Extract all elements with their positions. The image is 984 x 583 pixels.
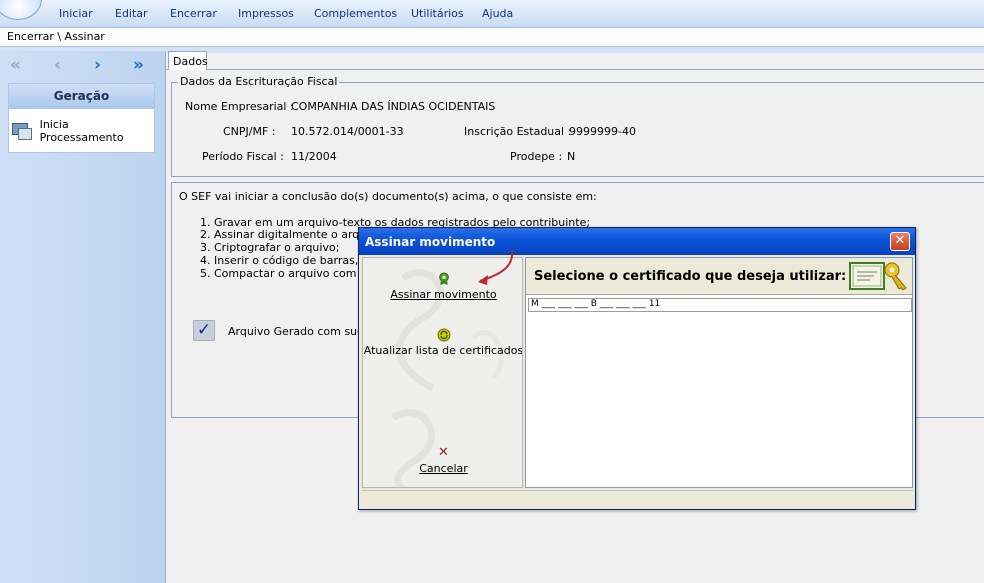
app-orb-icon[interactable]: [0, 0, 42, 20]
refresh-certificates-button[interactable]: Atualizar lista de certificados: [363, 328, 523, 357]
dialog-title: Assinar movimento: [359, 228, 915, 255]
step-3: 3. Criptografar o arquivo;: [200, 241, 340, 254]
shield-icon: [438, 272, 449, 286]
prodepe-label: Prodepe :: [510, 150, 563, 163]
cnpj-value: 10.572.014/0001-33: [291, 125, 404, 138]
fieldset-legend: Dados da Escrituração Fiscal: [178, 75, 340, 88]
cancel-button[interactable]: ✕ Cancelar: [363, 445, 522, 476]
cancel-x-icon: ✕: [438, 445, 449, 460]
sidebar-group-title: Geração: [9, 84, 154, 109]
nome-empresarial-value: COMPANHIA DAS ÍNDIAS OCIDENTAIS: [291, 100, 496, 113]
previous-page-icon[interactable]: ‹: [54, 57, 61, 74]
certificate-header-title: Selecione o certificado que deseja utili…: [534, 269, 847, 284]
nome-empresarial-label: Nome Empresarial :: [185, 100, 294, 113]
last-page-icon[interactable]: »: [133, 57, 144, 74]
periodo-fiscal-value: 11/2004: [291, 150, 337, 163]
first-page-icon[interactable]: «: [10, 57, 21, 74]
certificate-key-icon: [849, 262, 907, 291]
menu-item-editar[interactable]: Editar: [115, 7, 148, 20]
annotation-arrow: [478, 249, 514, 285]
refresh-certificates-label: Atualizar lista de certificados: [363, 344, 523, 357]
check-icon: ✓: [193, 320, 215, 341]
prodepe-value: N: [567, 150, 576, 163]
periodo-fiscal-label: Período Fiscal :: [202, 150, 284, 163]
sidebar-item-inicia-processamento[interactable]: Inicia Processamento: [12, 118, 154, 144]
inscricao-estadual-label: Inscrição Estadual :: [464, 125, 572, 138]
breadcrumb: Encerrar \ Assinar: [0, 28, 984, 47]
computer-icon: [12, 120, 34, 142]
step-2: 2. Assinar digitalmente o arquivo: [200, 228, 383, 241]
refresh-icon: [437, 328, 450, 342]
menu-item-utilitarios[interactable]: Utilitários: [411, 7, 464, 20]
dialog-status-bar: [361, 490, 913, 508]
certificate-name: M ___ ___ ___ B ___ ___ ___ 11: [531, 299, 661, 309]
sidebar: « ‹ › » Geração Inicia Processamento: [0, 51, 166, 583]
cnpj-label: CNPJ/MF :: [223, 125, 276, 138]
menu-bar: Iniciar Editar Encerrar Impressos Comple…: [0, 0, 984, 28]
menu-item-ajuda[interactable]: Ajuda: [482, 7, 513, 20]
nav-toolbar: « ‹ › »: [0, 54, 166, 78]
next-page-icon[interactable]: ›: [94, 57, 101, 74]
menu-item-encerrar[interactable]: Encerrar: [170, 7, 217, 20]
step-4: 4. Inserir o código de barras, o c: [200, 254, 379, 267]
menu-item-iniciar[interactable]: Iniciar: [59, 7, 93, 20]
certificate-list-item[interactable]: M ___ ___ ___ B ___ ___ ___ 11: [528, 298, 912, 312]
tab-dados[interactable]: Dados: [168, 51, 208, 70]
certificate-header: Selecione o certificado que deseja utili…: [526, 258, 912, 295]
inscricao-estadual-value: 9999999-40: [569, 125, 636, 138]
assinar-movimento-dialog: Assinar movimento ✕ Assinar movimento At…: [358, 227, 916, 510]
menu-item-impressos[interactable]: Impressos: [238, 7, 294, 20]
sidebar-group-geracao: Geração Inicia Processamento: [8, 83, 155, 153]
close-button[interactable]: ✕: [890, 232, 910, 251]
conclusao-intro: O SEF vai iniciar a conclusão do(s) docu…: [179, 190, 597, 203]
certificate-panel: Selecione o certificado que deseja utili…: [525, 257, 913, 488]
menu-item-complementos[interactable]: Complementos: [314, 7, 397, 20]
sidebar-item-label: Inicia Processamento: [39, 118, 124, 144]
cancel-label: Cancelar: [419, 462, 468, 475]
